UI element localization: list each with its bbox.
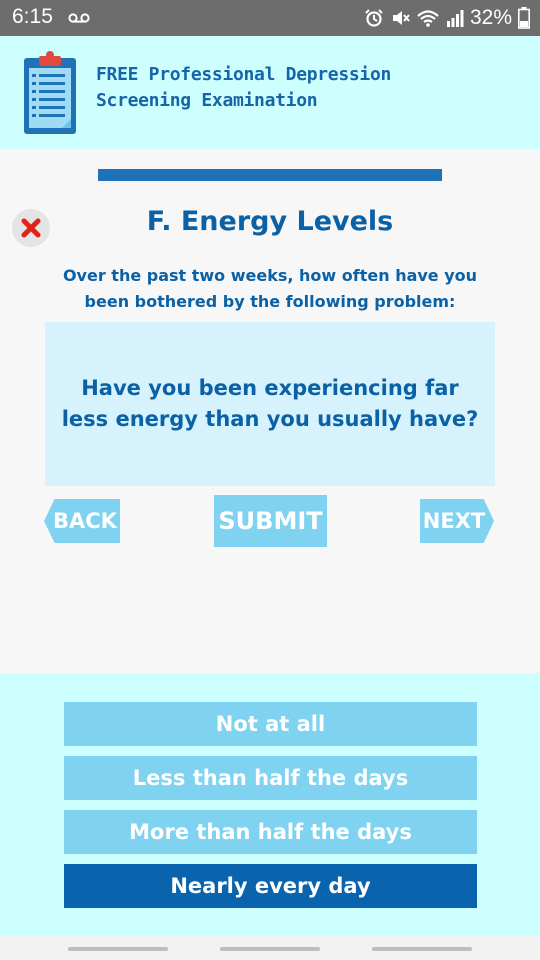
section-title: F. Energy Levels: [146, 206, 394, 237]
app-header: FREE Professional Depression Screening E…: [0, 36, 540, 149]
voicemail-icon: [68, 13, 90, 23]
nav-back-handle[interactable]: [372, 947, 472, 951]
status-icons: 32%: [364, 4, 530, 32]
nav-recents-handle[interactable]: [68, 947, 168, 951]
wifi-icon: [417, 10, 439, 27]
battery-percent: 32%: [469, 6, 512, 29]
question-box: Have you been experiencing far less ener…: [45, 322, 495, 486]
alarm-icon: [365, 9, 383, 27]
mute-icon: [392, 11, 410, 25]
progress-bar: [98, 169, 442, 181]
progress-fill: [98, 169, 442, 181]
answer-option-not-at-all[interactable]: Not at all: [64, 702, 477, 746]
close-button[interactable]: [12, 209, 50, 247]
answers-panel: Not at all Less than half the days More …: [0, 673, 540, 936]
system-nav-bar: [0, 936, 540, 960]
status-time: 6:15: [12, 5, 53, 28]
next-button[interactable]: NEXT: [420, 499, 494, 543]
submit-button[interactable]: SUBMIT: [214, 495, 327, 547]
nav-home-handle[interactable]: [220, 947, 320, 951]
answer-option-nearly-every-day[interactable]: Nearly every day: [64, 864, 477, 908]
app-title: FREE Professional Depression Screening E…: [96, 64, 392, 111]
status-bar: 6:15 32%: [0, 0, 540, 36]
back-button[interactable]: BACK: [44, 499, 120, 543]
battery-icon: [518, 7, 530, 29]
clipboard-icon: [24, 51, 76, 134]
answer-option-less-than-half[interactable]: Less than half the days: [64, 756, 477, 800]
answer-option-more-than-half[interactable]: More than half the days: [64, 810, 477, 854]
question-text: Have you been experiencing far less ener…: [61, 376, 479, 431]
signal-icon: [446, 10, 464, 27]
close-icon: [21, 218, 41, 238]
question-prompt: Over the past two weeks, how often have …: [62, 266, 478, 311]
